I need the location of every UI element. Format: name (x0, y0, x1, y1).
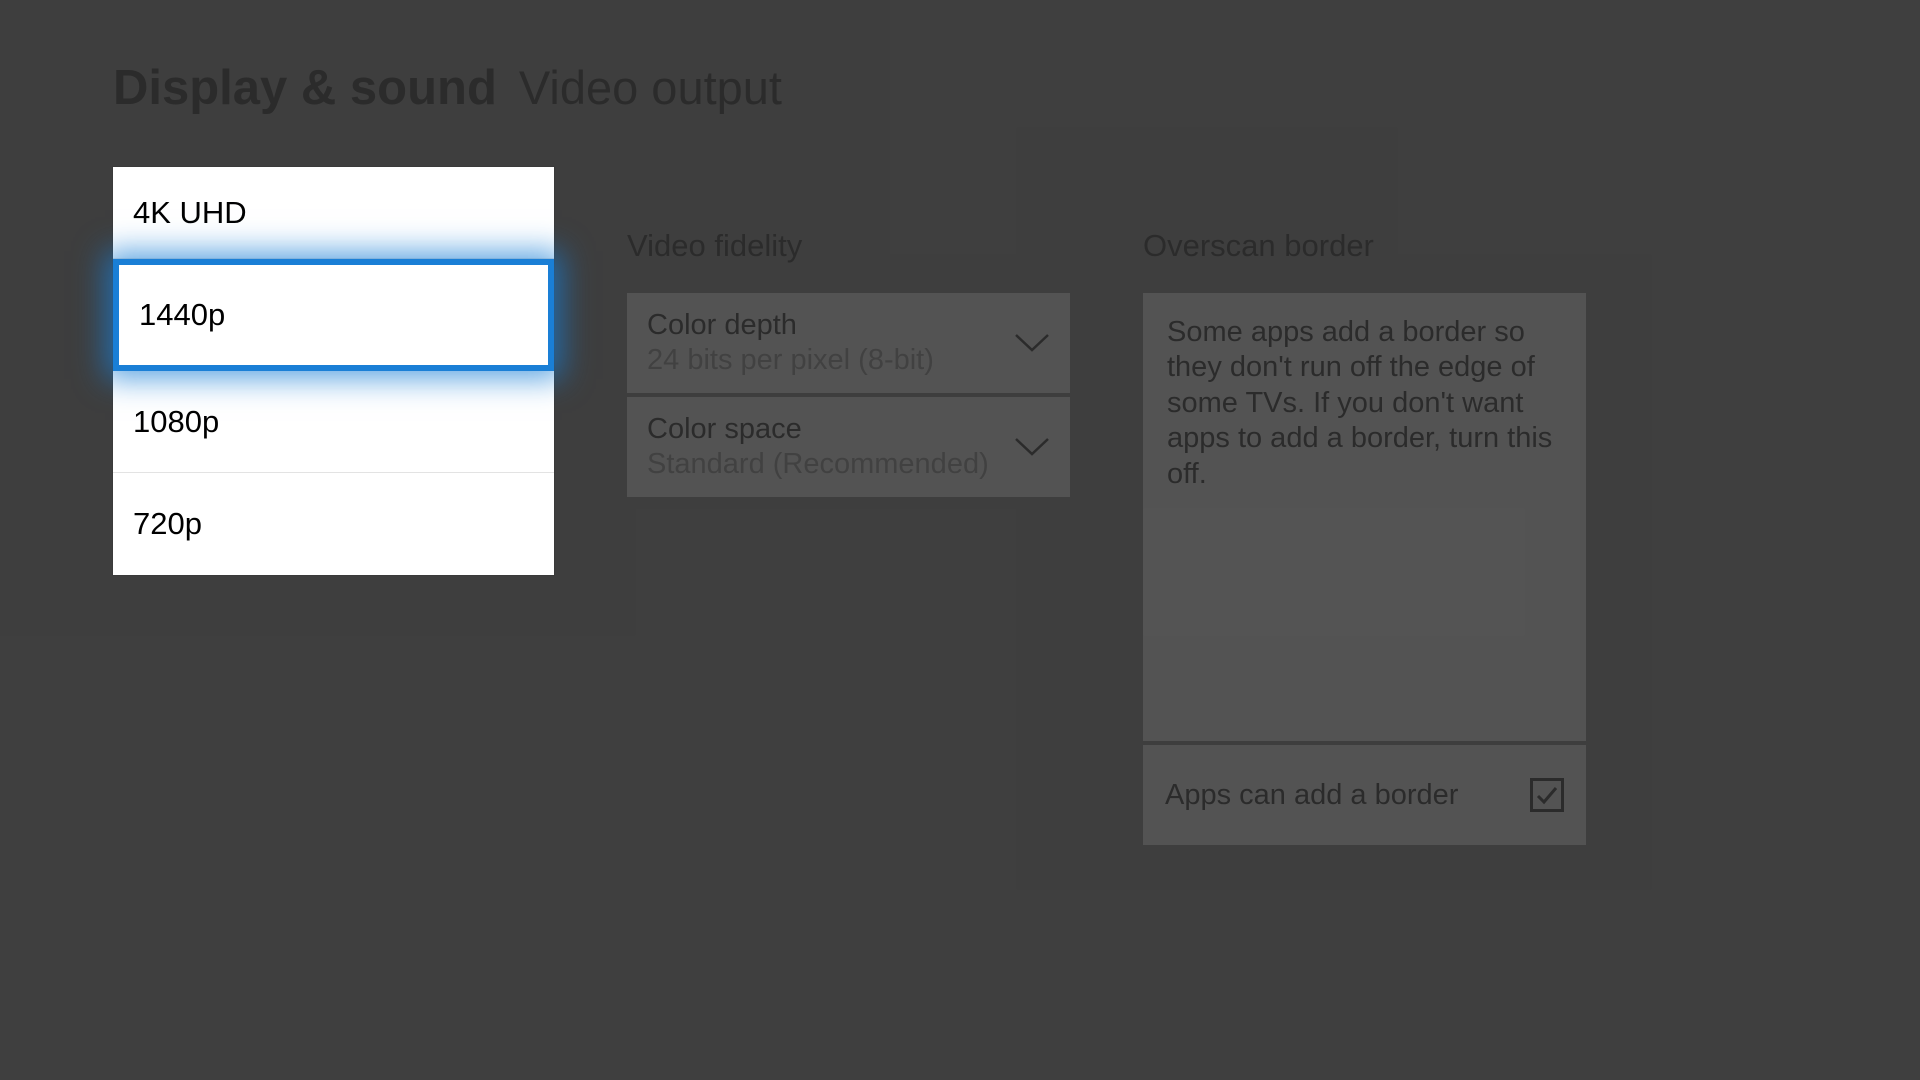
resolution-dropdown-open[interactable]: 4K UHD 1440p 1080p 720p (113, 167, 554, 575)
checkbox-icon (1530, 778, 1564, 812)
color-depth-value: 24 bits per pixel (8-bit) (647, 344, 934, 377)
chevron-down-icon (1014, 332, 1050, 354)
overscan-checkbox-row[interactable]: Apps can add a border (1143, 745, 1586, 845)
color-space-label: Color space (647, 413, 989, 446)
color-depth-select[interactable]: Color depth 24 bits per pixel (8-bit) (627, 293, 1070, 393)
color-space-value: Standard (Recommended) (647, 448, 989, 481)
overscan-description: Some apps add a border so they don't run… (1143, 293, 1586, 741)
resolution-option-label: 4K UHD (133, 195, 247, 231)
resolution-option-1080p[interactable]: 1080p (113, 371, 554, 473)
resolution-option-720p[interactable]: 720p (113, 473, 554, 575)
resolution-option-label: 1440p (139, 297, 225, 333)
resolution-option-4k[interactable]: 4K UHD (113, 167, 554, 259)
page-title-main: Display & sound (113, 60, 497, 116)
page-title-sub: Video output (519, 60, 782, 115)
page-header: Display & sound Video output (113, 60, 1920, 116)
overscan-title: Overscan border (1143, 228, 1586, 264)
color-depth-label: Color depth (647, 309, 934, 342)
chevron-down-icon (1014, 436, 1050, 458)
resolution-option-1440p[interactable]: 1440p (113, 259, 554, 371)
resolution-option-label: 720p (133, 506, 202, 542)
resolution-option-label: 1080p (133, 404, 219, 440)
video-fidelity-title: Video fidelity (627, 228, 1070, 264)
color-space-select[interactable]: Color space Standard (Recommended) (627, 397, 1070, 497)
overscan-checkbox-label: Apps can add a border (1165, 779, 1458, 812)
